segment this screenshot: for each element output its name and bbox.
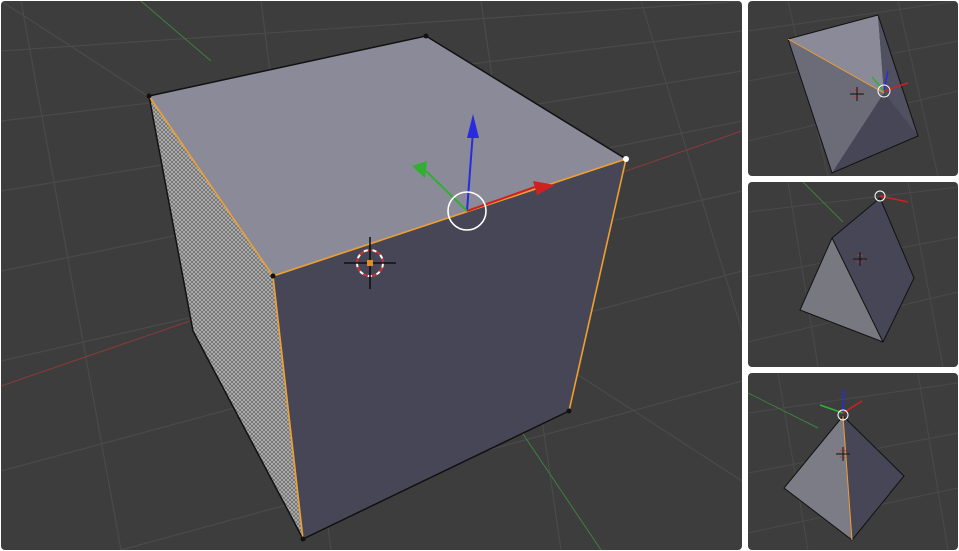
preview-3-y-axis [748, 392, 819, 429]
y-axis-line [140, 1, 212, 62]
preview-2-canvas[interactable] [748, 182, 958, 367]
preview-3-canvas[interactable] [748, 373, 958, 550]
main-3d-viewport[interactable] [1, 1, 742, 550]
preview-viewport-3[interactable] [748, 373, 958, 550]
preview-viewport-1[interactable] [748, 1, 958, 176]
preview-2-mesh[interactable] [799, 197, 915, 343]
main-viewport-canvas[interactable] [1, 1, 742, 550]
preview-viewport-2[interactable] [748, 182, 958, 367]
preview-1-canvas[interactable] [748, 1, 958, 176]
y-axis-line-lower [520, 430, 602, 550]
cube-mesh[interactable] [146, 33, 630, 542]
preview-3-gizmo [819, 388, 863, 421]
active-vertex[interactable] [623, 156, 629, 162]
preview-2-y-axis [802, 182, 844, 223]
